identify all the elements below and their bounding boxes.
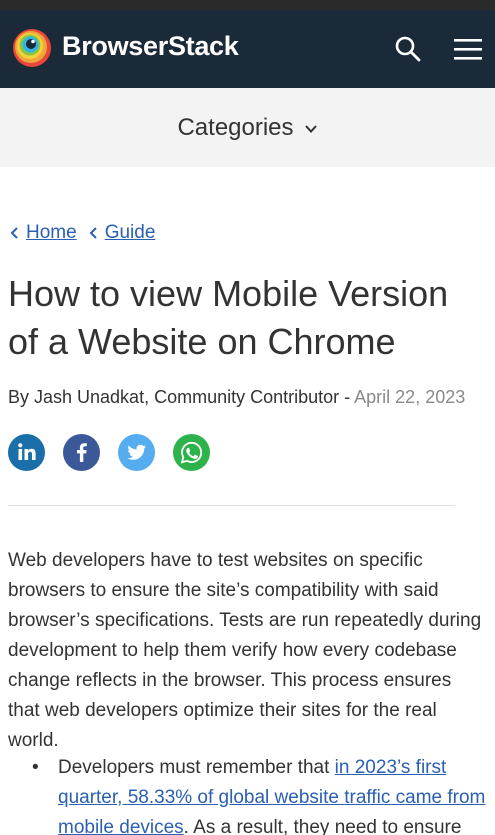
twitter-icon xyxy=(118,434,155,471)
twitter-share-button[interactable] xyxy=(118,434,155,471)
browserstack-logo[interactable] xyxy=(12,28,52,68)
categories-bar: Categories xyxy=(0,88,495,167)
article-bullet-list: • Developers must remember that in 2023’… xyxy=(8,753,488,835)
article-byline: By Jash Unadkat, Community Contributor -… xyxy=(8,387,465,408)
whatsapp-share-button[interactable] xyxy=(173,434,210,471)
page-title: How to view Mobile Version of a Website … xyxy=(8,273,449,362)
breadcrumb-link-guide[interactable]: Guide xyxy=(105,222,156,244)
breadcrumb-item-home: Home xyxy=(8,222,77,244)
search-icon[interactable] xyxy=(394,35,422,63)
author-name: By Jash Unadkat, Community Contributor - xyxy=(8,387,351,407)
bullet-text: Developers must remember that xyxy=(58,757,330,778)
top-strip xyxy=(0,0,495,10)
categories-dropdown[interactable]: Categories xyxy=(0,88,495,167)
facebook-share-button[interactable] xyxy=(63,434,100,471)
intro-paragraph: Web developers have to test websites on … xyxy=(8,550,482,751)
chevron-down-icon xyxy=(304,124,317,133)
site-header: BrowserStack xyxy=(0,10,495,88)
brand-name[interactable]: BrowserStack xyxy=(62,31,239,62)
linkedin-share-button[interactable] xyxy=(8,434,45,471)
categories-label: Categories xyxy=(177,113,294,141)
breadcrumb: Home Guide xyxy=(8,222,165,244)
hamburger-menu-icon[interactable] xyxy=(452,36,484,62)
whatsapp-icon xyxy=(173,434,210,471)
linkedin-icon xyxy=(8,434,45,471)
divider xyxy=(8,505,455,506)
list-item: • Developers must remember that in 2023’… xyxy=(8,753,488,835)
facebook-icon xyxy=(63,434,100,471)
social-share-bar xyxy=(8,434,228,471)
publish-date: April 22, 2023 xyxy=(354,387,466,407)
bullet-icon: • xyxy=(32,757,39,778)
chevron-left-icon xyxy=(10,227,18,239)
bullet-text-continued: . As a result, they need to ensure xyxy=(183,817,462,835)
breadcrumb-link-home[interactable]: Home xyxy=(26,222,77,244)
breadcrumb-item-guide: Guide xyxy=(87,222,156,244)
chevron-left-icon xyxy=(89,227,97,239)
